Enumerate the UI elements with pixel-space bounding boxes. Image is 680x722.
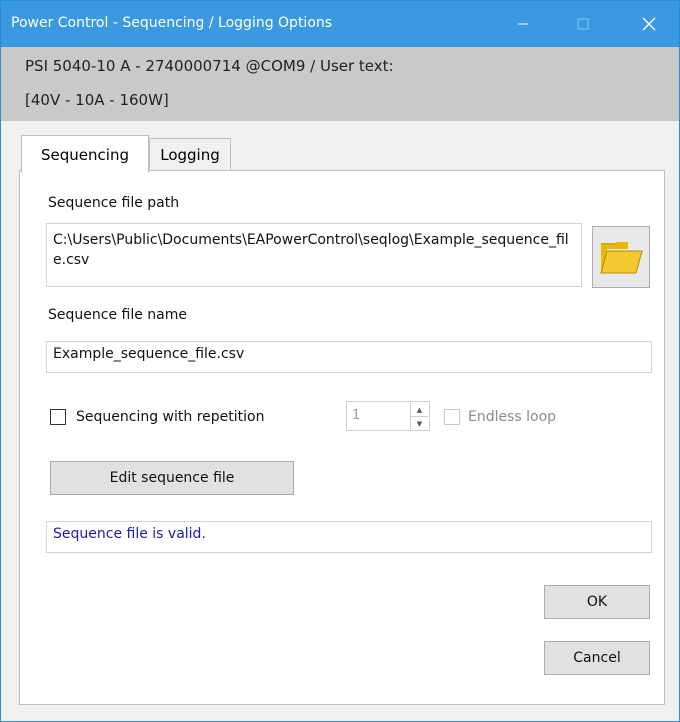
endless-loop-label: Endless loop xyxy=(468,409,557,425)
ok-button[interactable]: OK xyxy=(544,585,650,619)
maximize-button[interactable] xyxy=(561,1,605,47)
status-message: Sequence file is valid. xyxy=(46,521,652,553)
close-icon xyxy=(642,17,656,31)
stepper-buttons: ▲ ▼ xyxy=(410,403,428,429)
options-dialog: Power Control - Sequencing / Logging Opt… xyxy=(0,0,680,722)
device-info-line2: [40V - 10A - 160W] xyxy=(25,91,169,109)
repetition-count-value: 1 xyxy=(352,408,361,423)
title-bar[interactable]: Power Control - Sequencing / Logging Opt… xyxy=(1,1,679,47)
device-info-bar: PSI 5040-10 A - 2740000714 @COM9 / User … xyxy=(1,47,679,121)
sequence-file-path-label: Sequence file path xyxy=(48,195,180,211)
maximize-icon xyxy=(577,18,589,30)
chevron-up-icon: ▲ xyxy=(416,405,423,414)
stepper-down-button[interactable]: ▼ xyxy=(411,417,428,430)
sequence-file-name-field[interactable]: Example_sequence_file.csv xyxy=(46,341,652,373)
repetition-count-stepper[interactable]: 1 ▲ ▼ xyxy=(346,401,430,431)
close-button[interactable] xyxy=(627,1,671,47)
repetition-label: Sequencing with repetition xyxy=(76,409,265,425)
repetition-checkbox[interactable] xyxy=(50,409,66,425)
edit-sequence-file-button[interactable]: Edit sequence file xyxy=(50,461,294,495)
sequence-file-path-field[interactable]: C:\Users\Public\Documents\EAPowerControl… xyxy=(46,223,582,287)
cancel-button[interactable]: Cancel xyxy=(544,641,650,675)
sequence-file-name-label: Sequence file name xyxy=(48,307,187,323)
stepper-up-button[interactable]: ▲ xyxy=(411,403,428,417)
folder-open-icon xyxy=(600,242,643,274)
device-info-line1: PSI 5040-10 A - 2740000714 @COM9 / User … xyxy=(25,57,394,75)
chevron-down-icon: ▼ xyxy=(416,419,423,428)
minimize-icon xyxy=(518,23,528,25)
window-title: Power Control - Sequencing / Logging Opt… xyxy=(11,15,333,31)
tab-sequencing[interactable]: Sequencing xyxy=(21,135,149,173)
sequencing-panel: Sequence file path C:\Users\Public\Docum… xyxy=(19,170,665,705)
endless-loop-checkbox[interactable] xyxy=(444,409,460,425)
tab-logging[interactable]: Logging xyxy=(149,138,231,171)
browse-folder-button[interactable] xyxy=(592,226,650,288)
minimize-button[interactable] xyxy=(501,1,545,47)
